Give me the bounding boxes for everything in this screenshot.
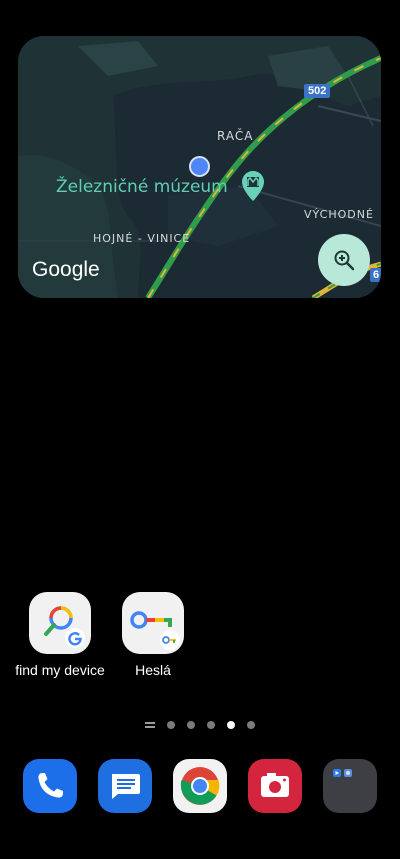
page-indicator[interactable] bbox=[145, 719, 255, 731]
find-my-device-icon bbox=[29, 592, 91, 654]
app-label-hesla: Heslá bbox=[135, 662, 171, 678]
page-dot-2[interactable] bbox=[187, 721, 195, 729]
feed-lines-icon[interactable] bbox=[145, 721, 155, 729]
app-label-find-my-device: find my device bbox=[15, 662, 105, 678]
page-dot-1[interactable] bbox=[167, 721, 175, 729]
page-dot-4-active[interactable] bbox=[227, 721, 235, 729]
map-label-vychodne: VÝCHODNÉ bbox=[304, 208, 374, 221]
zoom-in-button[interactable] bbox=[318, 234, 370, 286]
camera-icon bbox=[261, 773, 289, 797]
map-label-raca: RAČA bbox=[217, 129, 254, 143]
road-number-badge-partial: 6 bbox=[370, 268, 381, 282]
phone-icon bbox=[38, 773, 63, 798]
dock-app-folder[interactable] bbox=[323, 759, 377, 813]
page-dot-3[interactable] bbox=[207, 721, 215, 729]
passwords-icon bbox=[122, 592, 184, 654]
map-label-vinice: HOJNÉ - VINICE bbox=[93, 232, 191, 245]
museum-pin-icon[interactable] bbox=[242, 171, 264, 201]
app-find-my-device[interactable]: find my device bbox=[10, 592, 110, 678]
dock-phone-app[interactable] bbox=[23, 759, 77, 813]
dock-camera-app[interactable] bbox=[248, 759, 302, 813]
messages-icon bbox=[112, 774, 140, 799]
dock-chrome-app[interactable] bbox=[173, 759, 227, 813]
road-number-badge: 502 bbox=[304, 84, 331, 98]
app-hesla[interactable]: Heslá bbox=[103, 592, 203, 678]
google-logo: Google bbox=[32, 258, 100, 281]
chrome-icon bbox=[180, 767, 220, 805]
zoom-in-icon bbox=[334, 250, 355, 271]
page-dot-5[interactable] bbox=[247, 721, 255, 729]
google-maps-widget[interactable]: RAČA Železničné múzeum VÝCHODNÉ HOJNÉ - … bbox=[18, 36, 381, 298]
folder-icon bbox=[333, 769, 352, 777]
map-label-museum[interactable]: Železničné múzeum bbox=[56, 177, 228, 197]
dock-messages-app[interactable] bbox=[98, 759, 152, 813]
current-location-icon bbox=[189, 156, 210, 177]
